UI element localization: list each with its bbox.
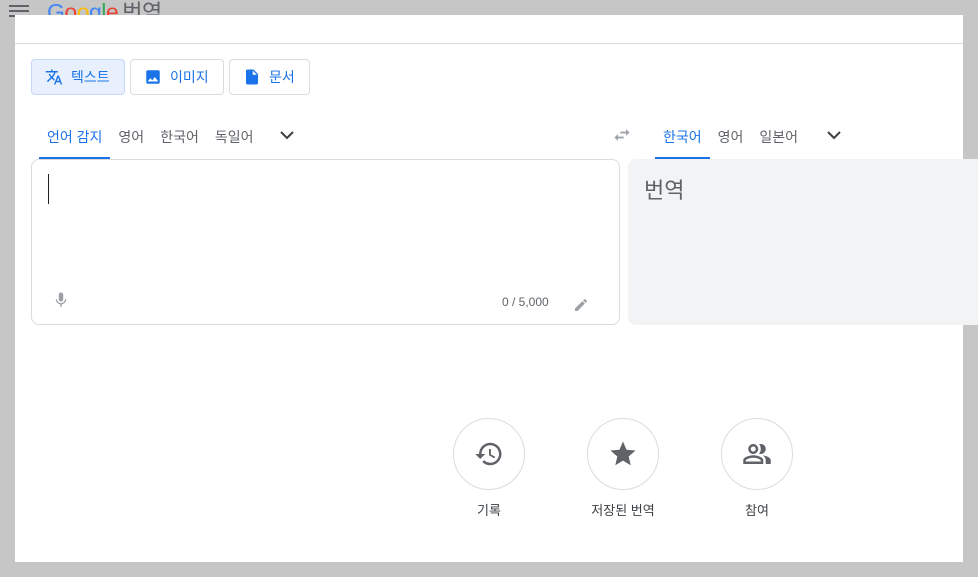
saved-translations-button[interactable]: 저장된 번역 [578,418,668,519]
header-divider [15,43,963,44]
target-language-tabs: 한국어 영어 일본어 [655,113,806,159]
source-language-tabs: 언어 감지 영어 한국어 독일어 [39,113,261,159]
translate-panel: 텍스트 이미지 문서 언어 감지 영어 한국어 독일어 한국어 영어 일본어 0… [15,15,978,562]
microphone-icon[interactable] [52,290,70,310]
target-more-languages-chevron-icon[interactable] [826,127,842,143]
contribute-button[interactable]: 참여 [712,418,802,519]
source-more-languages-chevron-icon[interactable] [279,127,295,143]
target-lang-english[interactable]: 영어 [710,113,752,159]
people-icon [743,444,771,464]
history-button[interactable]: 기록 [444,418,534,519]
image-mode-button[interactable]: 이미지 [130,59,224,95]
document-icon [246,69,258,85]
target-lang-korean[interactable]: 한국어 [655,113,710,159]
source-text-area[interactable]: 0 / 5,000 [31,159,620,325]
source-lang-german[interactable]: 독일어 [207,113,262,159]
source-lang-korean[interactable]: 한국어 [152,113,207,159]
document-mode-button[interactable]: 문서 [229,59,310,95]
character-count: 0 / 5,000 [502,295,549,309]
contribute-label: 참여 [745,503,769,518]
saved-translations-label: 저장된 번역 [591,503,655,518]
target-lang-japanese[interactable]: 일본어 [751,113,806,159]
document-mode-label: 문서 [269,69,295,85]
star-icon [610,441,636,466]
source-lang-detect[interactable]: 언어 감지 [39,113,111,159]
translation-placeholder: 번역 [644,178,685,203]
history-icon [475,442,502,466]
text-mode-button[interactable]: 텍스트 [31,59,125,95]
translate-icon [45,69,63,85]
translation-output: 번역 [628,159,978,325]
image-icon [146,70,160,84]
source-lang-english[interactable]: 영어 [110,113,152,159]
swap-languages-icon[interactable] [611,125,633,145]
image-mode-label: 이미지 [170,69,209,85]
text-cursor [48,174,49,204]
pencil-icon[interactable] [573,297,589,313]
history-label: 기록 [477,503,501,518]
text-mode-label: 텍스트 [71,69,110,85]
